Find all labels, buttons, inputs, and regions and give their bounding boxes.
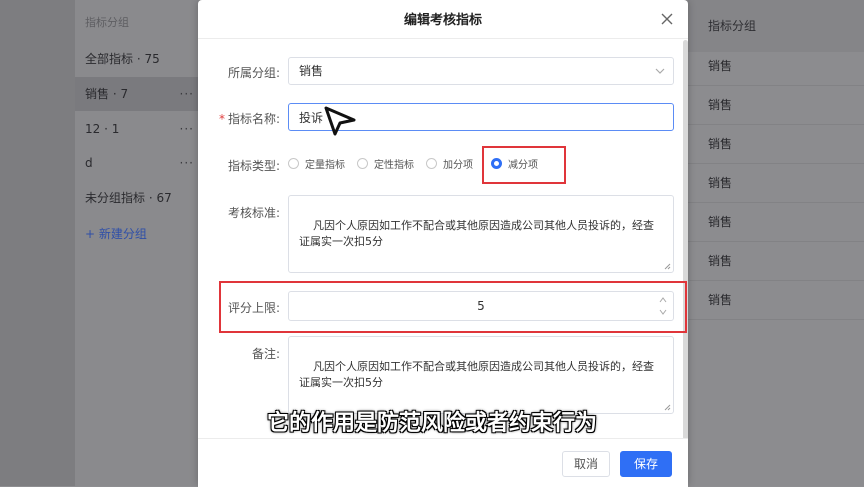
table-row: 销售 — [688, 47, 864, 86]
radio-bonus[interactable]: 加分项 — [426, 156, 473, 171]
table-row: 销售 — [688, 281, 864, 320]
new-group-button[interactable]: + 新建分组 — [85, 225, 147, 242]
table-row: 销售 — [688, 242, 864, 281]
radio-quantitative[interactable]: 定量指标 — [288, 156, 345, 171]
group-item-all[interactable]: 全部指标 · 75 — [75, 42, 198, 76]
group-item-label: d — [85, 156, 93, 170]
remark-textarea[interactable]: 凡因个人原因如工作不配合或其他原因造成公司其他人员投诉的，经查 证属实一次扣5分 — [288, 336, 674, 414]
group-item-label: 销售 · 7 — [85, 87, 129, 101]
radio-circle-icon — [288, 157, 299, 169]
type-field-label: 指标类型: — [227, 159, 280, 173]
table-row: 销售 — [688, 203, 864, 242]
group-item-ungrouped[interactable]: 未分组指标 · 67 — [75, 181, 198, 215]
dialog-scrollbar[interactable] — [683, 40, 688, 440]
score-limit-value: 5 — [477, 299, 485, 313]
standard-field-label: 考核标准: — [227, 206, 280, 220]
required-mark: * — [218, 112, 225, 126]
dialog-header: 编辑考核指标 — [198, 0, 688, 39]
standard-text: 凡因个人原因如工作不配合或其他原因造成公司其他人员投诉的，经查 证属实一次扣5分 — [299, 219, 654, 248]
radio-circle-icon — [357, 157, 368, 169]
table-row: 销售 — [688, 125, 864, 164]
group-field-label: 所属分组: — [227, 66, 280, 80]
resize-handle-icon[interactable] — [664, 263, 671, 270]
chevron-down-icon — [655, 68, 665, 74]
table-row: 销售 — [688, 86, 864, 125]
group-item-label: 全部指标 · 75 — [85, 52, 160, 66]
standard-textarea[interactable]: 凡因个人原因如工作不配合或其他原因造成公司其他人员投诉的，经查 证属实一次扣5分 — [288, 195, 674, 273]
chevron-down-icon[interactable] — [659, 309, 667, 315]
radio-label: 定量指标 — [305, 159, 345, 171]
dialog-footer: 取消 保存 — [198, 438, 688, 487]
remark-text: 凡因个人原因如工作不配合或其他原因造成公司其他人员投诉的，经查 证属实一次扣5分 — [299, 360, 654, 389]
radio-deduction[interactable]: 减分项 — [491, 156, 538, 171]
radio-circle-icon — [426, 157, 437, 169]
group-item-12[interactable]: 12 · 1 ··· — [75, 112, 198, 146]
score-limit-input[interactable]: 5 — [288, 291, 674, 321]
table-row: 销售 — [688, 164, 864, 203]
dialog-title: 编辑考核指标 — [403, 13, 482, 28]
name-field-label: * 指标名称: — [198, 110, 280, 127]
radio-label: 加分项 — [443, 159, 473, 171]
group-item-sales[interactable]: 销售 · 7 ··· — [75, 77, 198, 111]
group-select-value: 销售 — [299, 64, 324, 78]
more-icon[interactable]: ··· — [180, 77, 194, 111]
radio-label: 定性指标 — [374, 159, 414, 171]
video-subtitle: 它的作用是防范风险或者约束行为 — [266, 411, 597, 436]
more-icon[interactable]: ··· — [180, 146, 194, 180]
group-item-label: 未分组指标 · 67 — [85, 191, 172, 205]
group-select[interactable]: 销售 — [288, 57, 674, 85]
radio-qualitative[interactable]: 定性指标 — [357, 156, 414, 171]
remark-field-label: 备注: — [251, 347, 280, 361]
indicator-type-radio-group: 定量指标 定性指标 加分项 减分项 — [288, 150, 550, 176]
close-button[interactable] — [656, 8, 678, 30]
more-icon[interactable]: ··· — [180, 112, 194, 146]
chevron-up-icon[interactable] — [659, 297, 667, 303]
close-icon — [661, 13, 673, 25]
save-button[interactable]: 保存 — [620, 451, 672, 477]
number-stepper[interactable] — [653, 292, 673, 320]
name-label-text: 指标名称: — [227, 112, 280, 126]
group-panel-header: 指标分组 — [85, 16, 129, 29]
radio-checked-icon — [491, 157, 502, 169]
limit-field-label: 评分上限: — [227, 301, 280, 315]
table-column-header: 指标分组 — [688, 0, 864, 52]
group-item-d[interactable]: d ··· — [75, 146, 198, 180]
group-item-label: 12 · 1 — [85, 122, 120, 136]
radio-label: 减分项 — [508, 159, 538, 171]
mouse-cursor-icon — [324, 106, 356, 136]
cancel-button[interactable]: 取消 — [562, 451, 610, 477]
